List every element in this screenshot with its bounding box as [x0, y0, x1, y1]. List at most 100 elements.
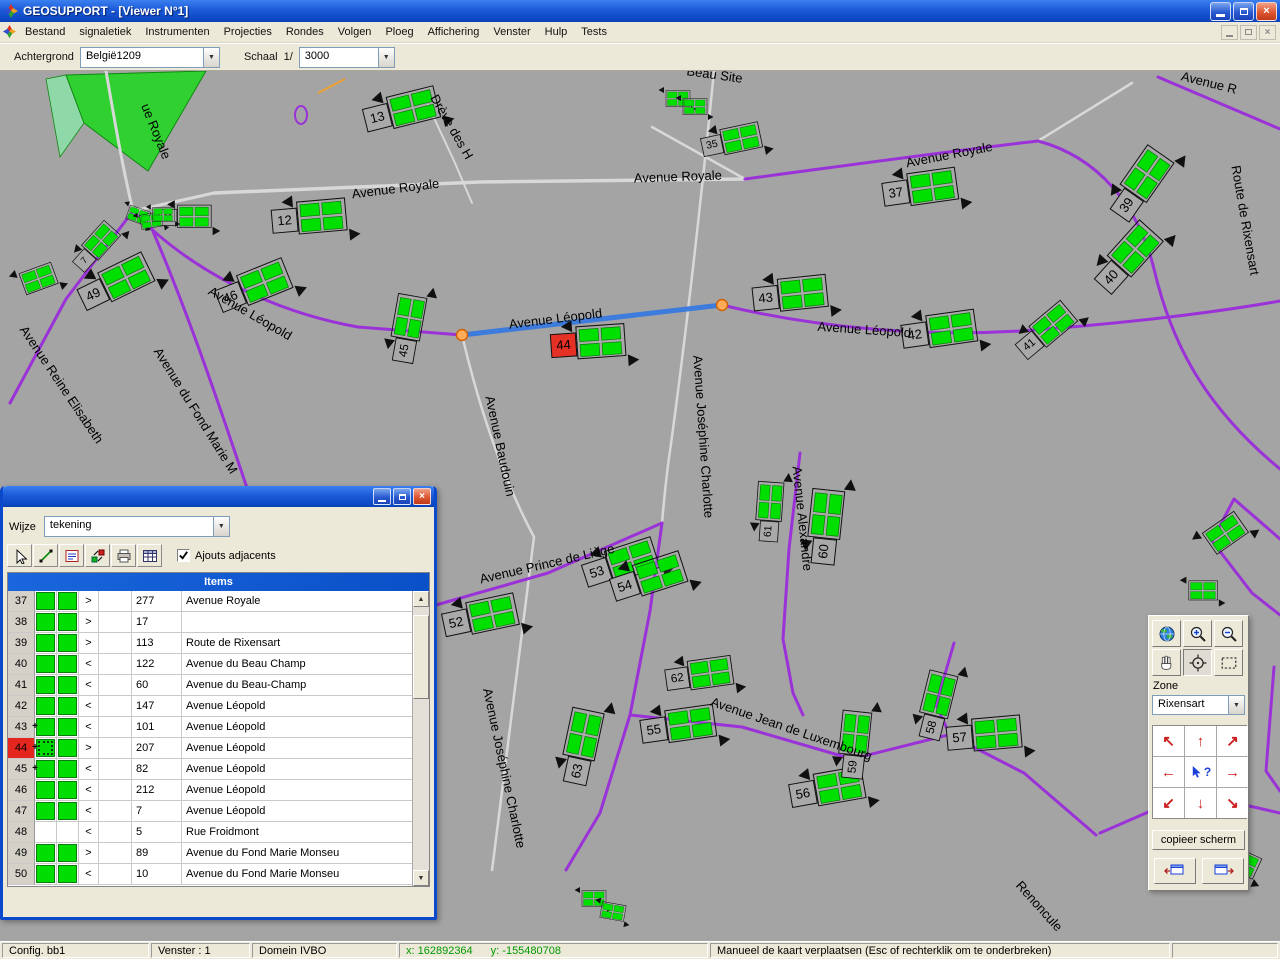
- row-id-cell[interactable]: 49: [8, 843, 35, 864]
- road-east-edge-stub[interactable]: [1266, 667, 1280, 791]
- house-number-cell[interactable]: 147: [132, 696, 182, 717]
- print-tool-button[interactable]: [111, 544, 136, 567]
- row-id-cell[interactable]: 47: [8, 801, 35, 822]
- table-row-40[interactable]: 40<122Avenue du Beau Champ: [8, 654, 412, 675]
- sign-marker-39[interactable]: 39: [1100, 130, 1191, 230]
- street-name-cell[interactable]: Avenue Léopold: [182, 801, 412, 822]
- copy-screen-left-button[interactable]: [1154, 858, 1196, 884]
- street-name-cell[interactable]: Avenue Léopold: [182, 696, 412, 717]
- status-cell[interactable]: [35, 717, 57, 738]
- house-number-cell[interactable]: 122: [132, 654, 182, 675]
- sign-marker[interactable]: [591, 897, 633, 928]
- status-cell[interactable]: [35, 612, 57, 633]
- house-number-cell[interactable]: 277: [132, 591, 182, 612]
- child-restore-button[interactable]: [1240, 25, 1257, 40]
- direction-cell[interactable]: <: [79, 801, 99, 822]
- status-cell[interactable]: [35, 822, 57, 843]
- house-number-cell[interactable]: 207: [132, 738, 182, 759]
- status-cell[interactable]: [57, 591, 79, 612]
- direction-cell[interactable]: <: [79, 780, 99, 801]
- status-cell[interactable]: [35, 759, 57, 780]
- pan-south-button[interactable]: ↓: [1185, 788, 1216, 818]
- direction-cell[interactable]: <: [79, 675, 99, 696]
- route-node-start[interactable]: [457, 330, 468, 341]
- scroll-up-button[interactable]: ▲: [413, 591, 429, 607]
- street-name-cell[interactable]: Avenue Léopold: [182, 717, 412, 738]
- street-name-cell[interactable]: Avenue Royale: [182, 591, 412, 612]
- status-cell[interactable]: [35, 591, 57, 612]
- copy-screen-button[interactable]: copieer scherm: [1152, 830, 1245, 850]
- close-button[interactable]: ×: [1256, 2, 1277, 21]
- direction-cell[interactable]: <: [79, 654, 99, 675]
- row-id-cell[interactable]: 41: [8, 675, 35, 696]
- row-id-cell[interactable]: 48: [8, 822, 35, 843]
- pan-hand-button[interactable]: [1152, 649, 1181, 676]
- status-cell[interactable]: [57, 633, 79, 654]
- chevron-down-icon[interactable]: ▼: [378, 48, 394, 67]
- status-cell[interactable]: [35, 633, 57, 654]
- sign-marker-62[interactable]: 62: [663, 647, 747, 702]
- status-cell[interactable]: [57, 612, 79, 633]
- adjacents-checkbox[interactable]: [177, 549, 190, 562]
- adjacents-checkbox-group[interactable]: Ajouts adjacents: [177, 549, 276, 562]
- direction-cell[interactable]: <: [79, 696, 99, 717]
- sign-marker-41[interactable]: 41: [1008, 289, 1092, 369]
- menu-item-rondes[interactable]: Rondes: [279, 22, 331, 43]
- menu-item-volgen[interactable]: Volgen: [331, 22, 379, 43]
- sign-marker-12[interactable]: 12: [270, 190, 361, 247]
- direction-cell[interactable]: <: [79, 717, 99, 738]
- zoom-in-button[interactable]: [1183, 620, 1212, 647]
- items-scrollbar[interactable]: ▲ ▼: [412, 591, 429, 886]
- table-row-50[interactable]: 50<10Avenue du Fond Marie Monseu: [8, 864, 412, 885]
- row-id-cell[interactable]: 45+: [8, 759, 35, 780]
- row-id-cell[interactable]: 46: [8, 780, 35, 801]
- status-cell[interactable]: [57, 759, 79, 780]
- house-number-cell[interactable]: 5: [132, 822, 182, 843]
- status-cell[interactable]: [35, 801, 57, 822]
- status-cell[interactable]: [35, 738, 57, 759]
- direction-cell[interactable]: >: [79, 591, 99, 612]
- street-name-cell[interactable]: [182, 612, 412, 633]
- status-cell[interactable]: [57, 675, 79, 696]
- status-cell[interactable]: [57, 780, 79, 801]
- mode-combobox[interactable]: tekening ▼: [44, 516, 230, 537]
- globe-button[interactable]: [1152, 620, 1181, 647]
- road-east-edge-loop[interactable]: [1212, 499, 1280, 615]
- status-cell[interactable]: [57, 696, 79, 717]
- road-avenue-royale-east[interactable]: [745, 141, 1038, 179]
- report-tool-button[interactable]: [59, 544, 84, 567]
- road-royale-ne-stub[interactable]: [1038, 83, 1132, 141]
- street-name-cell[interactable]: Rue Froidmont: [182, 822, 412, 843]
- status-cell[interactable]: [35, 696, 57, 717]
- select-rectangle-button[interactable]: [1214, 649, 1243, 676]
- direction-cell[interactable]: <: [79, 864, 99, 885]
- menu-item-projecties[interactable]: Projecties: [217, 22, 279, 43]
- menu-item-signaletiek[interactable]: signaletiek: [72, 22, 138, 43]
- house-number-cell[interactable]: 7: [132, 801, 182, 822]
- table-row-46[interactable]: 46<212Avenue Léopold: [8, 780, 412, 801]
- menu-item-bestand[interactable]: Bestand: [18, 22, 72, 43]
- pan-northeast-button[interactable]: ↗: [1217, 726, 1248, 756]
- direction-cell[interactable]: <: [79, 822, 99, 843]
- status-cell[interactable]: [57, 717, 79, 738]
- table-row-47[interactable]: 47 <7Avenue Léopold: [8, 801, 412, 822]
- minimize-button[interactable]: [1210, 2, 1231, 21]
- status-cell[interactable]: [57, 822, 79, 843]
- house-number-cell[interactable]: 101: [132, 717, 182, 738]
- street-name-cell[interactable]: Avenue Léopold: [182, 738, 412, 759]
- scroll-thumb[interactable]: [413, 615, 429, 699]
- menu-item-venster[interactable]: Venster: [486, 22, 537, 43]
- menu-item-tests[interactable]: Tests: [574, 22, 614, 43]
- table-row-44[interactable]: 44+>207Avenue Léopold: [8, 738, 412, 759]
- table-row-41[interactable]: 41<60Avenue du Beau-Champ: [8, 675, 412, 696]
- house-number-cell[interactable]: 113: [132, 633, 182, 654]
- draw-line-tool-button[interactable]: [33, 544, 58, 567]
- street-name-cell[interactable]: Avenue Léopold: [182, 780, 412, 801]
- child-close-button[interactable]: ×: [1259, 25, 1276, 40]
- sign-marker[interactable]: [7, 254, 69, 305]
- house-number-cell[interactable]: 17: [132, 612, 182, 633]
- house-number-cell[interactable]: 10: [132, 864, 182, 885]
- table-row-48[interactable]: 48 <5Rue Froidmont: [8, 822, 412, 843]
- row-id-cell[interactable]: 43+: [8, 717, 35, 738]
- row-id-cell[interactable]: 39: [8, 633, 35, 654]
